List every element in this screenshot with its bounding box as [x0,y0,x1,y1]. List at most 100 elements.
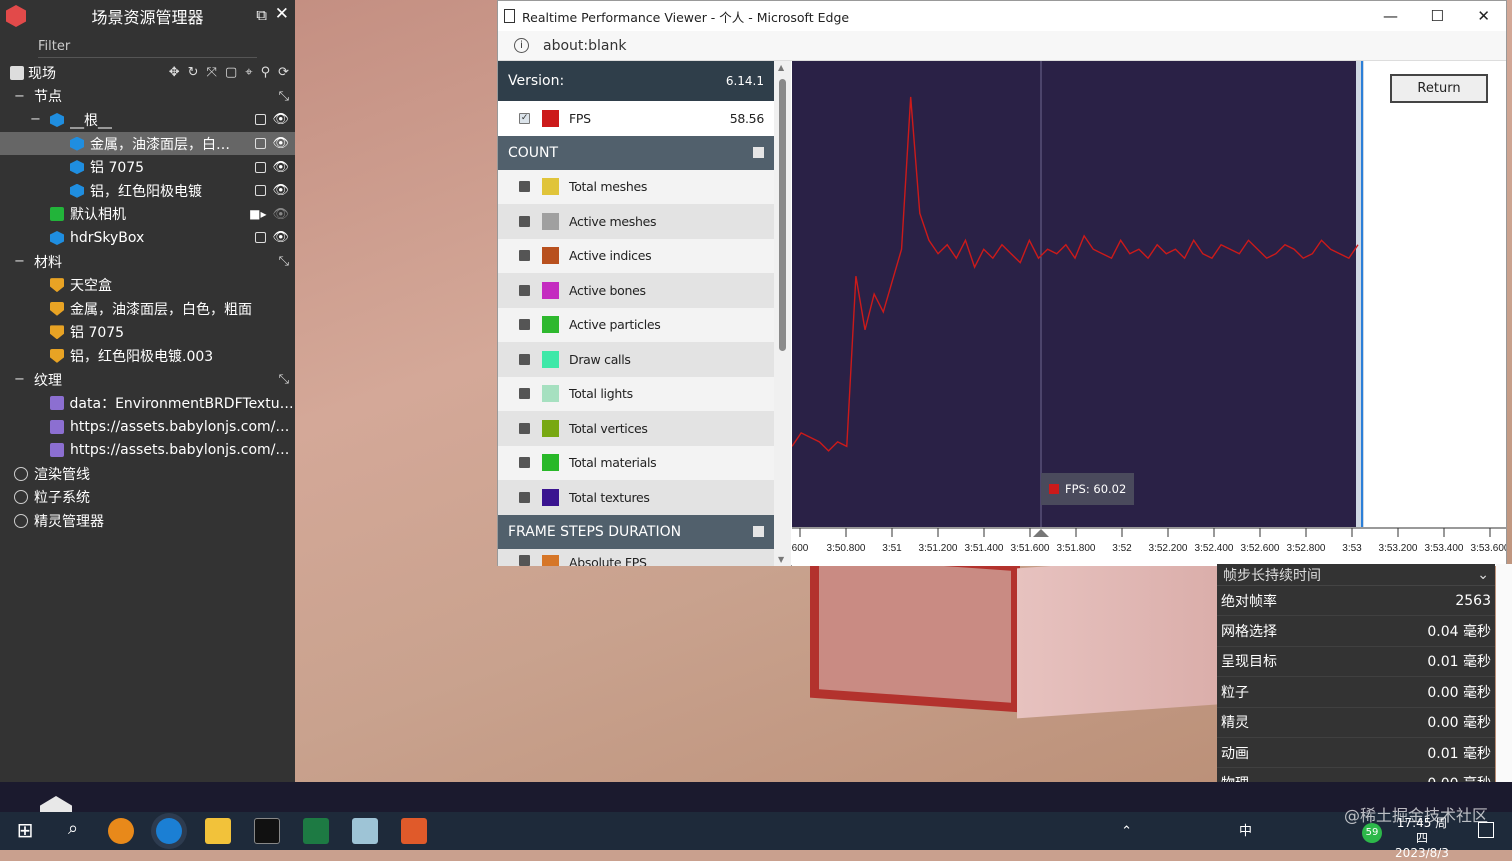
close-icon[interactable]: ✕ [275,4,289,24]
visibility-eye-icon[interactable]: 👁 [272,136,289,151]
bounding-box-icon[interactable]: ▢ [225,65,237,80]
search-app-icon[interactable] [108,818,134,844]
url-text[interactable]: about:blank [543,38,626,54]
scroll-thumb[interactable] [779,79,786,351]
collapse-icon[interactable]: − [30,112,44,127]
return-button[interactable]: Return [1390,74,1488,103]
metric-checkbox[interactable] [519,250,530,262]
textures-group[interactable]: − 纹理 ⤡ [0,368,295,392]
minimize-icon[interactable]: — [1383,7,1398,25]
excel-icon[interactable] [303,818,329,844]
metric-checkbox[interactable] [519,215,530,227]
app-icon[interactable] [401,818,427,844]
metric-checkbox[interactable] [519,422,530,434]
expand-all-icon[interactable]: ⤡ [279,89,289,104]
visibility-eye-icon[interactable]: 👁 [272,183,289,198]
root-node-row[interactable]: − __根__ 👁 [0,108,295,132]
visibility-eye-icon[interactable]: 👁 [272,230,289,245]
windows-start-icon[interactable]: ⊞ [12,818,38,844]
active-camera-icon[interactable]: ■▸ [249,207,266,221]
absolute-fps-row[interactable]: Absolute FPS [498,548,774,566]
count-item-row[interactable]: Total meshes [498,169,774,204]
metric-checkbox[interactable] [519,491,530,503]
al7075-mesh-row[interactable]: 铝 7075 👁 [0,155,295,179]
fps-chart[interactable]: 600 3:50.800 3:51 3:51.200 3:51.400 3:51.600 3… [792,61,1506,566]
materials-group[interactable]: − 材料 ⤡ [0,250,295,274]
collapse-icon[interactable]: − [14,254,28,269]
collapse-icon[interactable]: − [14,372,28,387]
count-item-row[interactable]: Active meshes [498,204,774,239]
info-icon[interactable]: i [514,38,529,53]
render-pipelines-group[interactable]: 渲染管线 [0,462,295,486]
sprite-managers-group[interactable]: 精灵管理器 [0,509,295,533]
notepad-icon[interactable] [352,818,378,844]
texture-row[interactable]: data：EnvironmentBRDFTexture0 [0,391,295,415]
ime-label[interactable]: 中 [1239,824,1252,839]
edge-browser-icon[interactable] [156,818,182,844]
count-item-row[interactable]: Active bones [498,273,774,308]
metric-checkbox[interactable] [519,457,530,469]
metric-checkbox[interactable] [519,181,530,193]
count-item-row[interactable]: Total materials [498,445,774,480]
fps-checkbox[interactable]: ✓ [519,112,530,124]
metric-checkbox[interactable] [519,319,530,331]
skybox-row[interactable]: hdrSkyBox 👁 [0,226,295,250]
frame-steps-header[interactable]: FRAME STEPS DURATION [498,514,774,549]
scroll-down-icon[interactable]: ▼ [778,555,784,564]
marker-icon[interactable]: ⚲ [261,65,271,80]
metric-checkbox[interactable] [519,388,530,400]
bounding-checkbox[interactable] [255,114,267,126]
bounding-checkbox[interactable] [255,232,267,244]
chevron-down-icon[interactable]: ⌄ [1477,567,1489,583]
rotate-gizmo-icon[interactable]: ↻ [188,65,199,80]
popout-icon[interactable]: ⧉ [256,6,267,24]
crosshair-icon[interactable]: ⌖ [245,65,252,80]
expand-all-icon[interactable]: ⤡ [279,254,289,269]
visibility-eye-icon[interactable]: 👁 [272,160,289,175]
collapse-icon[interactable]: − [14,89,28,104]
metric-checkbox[interactable] [519,353,530,365]
file-explorer-icon[interactable] [205,818,231,844]
close-window-icon[interactable]: ✕ [1477,7,1490,25]
fps-chart-area[interactable]: 600 3:50.800 3:51 3:51.200 3:51.400 3:51.600 3… [792,61,1506,566]
terminal-icon[interactable] [254,818,280,844]
filter-input[interactable]: Filter [38,36,257,58]
scroll-up-icon[interactable]: ▲ [778,63,784,72]
texture-row[interactable]: https://assets.babylonjs.com/envi... [0,439,295,463]
bounding-checkbox[interactable] [255,138,267,150]
refresh-icon[interactable]: ⟳ [278,65,289,80]
metal-mesh-row[interactable]: 金属，油漆面层，白色... 👁 [0,131,295,156]
visibility-eye-icon[interactable]: 👁 [272,112,289,127]
count-item-row[interactable]: Active particles [498,307,774,342]
particle-systems-group[interactable]: 粒子系统 [0,486,295,510]
metric-checkbox[interactable] [519,554,530,566]
search-icon[interactable]: ⌕ [60,818,86,844]
camera-row[interactable]: 默认相机 ■▸ 👁 [0,203,295,227]
expand-all-icon[interactable]: ⤡ [279,372,289,387]
material-row[interactable]: 金属，油漆面层，白色，粗面 [0,297,295,321]
count-item-row[interactable]: Active indices [498,238,774,273]
section-toggle[interactable] [753,526,764,537]
maximize-icon[interactable]: ☐ [1431,7,1444,25]
visibility-eye-icon[interactable]: 👁 [272,207,289,222]
count-item-row[interactable]: Total vertices [498,411,774,446]
material-row[interactable]: 天空盒 [0,273,295,297]
scale-gizmo-icon[interactable]: ⤧ [207,65,217,80]
nodes-group[interactable]: − 节点 ⤡ [0,85,295,109]
fps-row[interactable]: ✓ FPS 58.56 [498,101,774,136]
sidebar-scrollbar[interactable]: ▲ ▼ [774,61,791,566]
count-item-row[interactable]: Total textures [498,480,774,515]
scene-row[interactable]: 现场 ✥ ↻ ⤧ ▢ ⌖ ⚲ ⟳ [0,61,295,85]
material-row[interactable]: 铝，红色阳极电镀.003 [0,344,295,368]
notification-badge[interactable]: 59 [1362,823,1382,843]
count-item-row[interactable]: Draw calls [498,342,774,377]
right-scrollbar[interactable] [1496,564,1512,782]
metric-checkbox[interactable] [519,284,530,296]
move-gizmo-icon[interactable]: ✥ [169,65,180,80]
al-red-mesh-row[interactable]: 铝，红色阳极电镀 👁 [0,179,295,203]
tray-chevron-icon[interactable]: ⌃ [1121,824,1132,839]
texture-row[interactable]: https://assets.babylonjs.com/envi... [0,415,295,439]
count-section-header[interactable]: COUNT [498,135,774,170]
address-bar[interactable]: i about:blank [498,31,1506,61]
count-item-row[interactable]: Total lights [498,376,774,411]
